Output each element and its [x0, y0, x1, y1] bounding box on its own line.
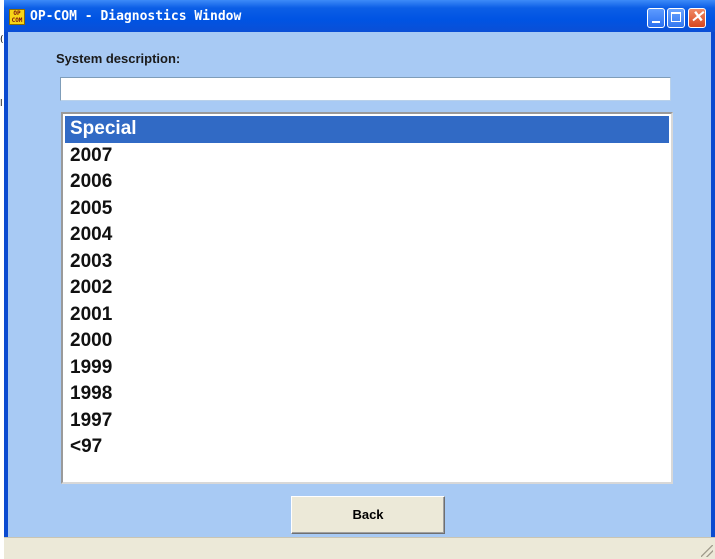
system-description-label: System description: — [56, 51, 181, 66]
system-description-field[interactable] — [60, 77, 671, 101]
list-item[interactable]: 1998 — [65, 381, 669, 408]
list-item[interactable]: 2000 — [65, 328, 669, 355]
list-item[interactable]: 1997 — [65, 408, 669, 435]
list-item[interactable]: 1999 — [65, 355, 669, 382]
model-year-list[interactable]: Special 2007 2006 2005 2004 2003 2002 2001 2000 1… — [61, 112, 673, 484]
list-item[interactable]: 2002 — [65, 275, 669, 302]
list-item[interactable]: 2001 — [65, 302, 669, 329]
list-item[interactable]: <97 — [65, 434, 669, 461]
window-client-area: System description: Special 2007 2006 2005 2… — [4, 32, 715, 537]
background-glyph: l — [0, 99, 3, 109]
list-item[interactable]: 2005 — [65, 196, 669, 223]
list-item[interactable]: 2003 — [65, 249, 669, 276]
minimize-icon — [652, 21, 660, 23]
window-title: OP-COM - Diagnostics Window — [30, 9, 242, 24]
close-button[interactable]: ✕ — [688, 8, 706, 28]
background-glyph: ( — [0, 35, 4, 45]
maximize-icon — [671, 12, 681, 22]
title-bar[interactable]: OP COM OP-COM - Diagnostics Window ✕ — [4, 0, 715, 32]
resize-grip-icon[interactable] — [701, 545, 713, 557]
back-button[interactable]: Back — [291, 496, 445, 534]
list-item[interactable]: 2004 — [65, 222, 669, 249]
list-item[interactable]: 2006 — [65, 169, 669, 196]
diagnostics-window: OP COM OP-COM - Diagnostics Window ✕ Sys… — [4, 0, 715, 559]
list-item[interactable]: 2007 — [65, 143, 669, 170]
minimize-button[interactable] — [647, 8, 665, 28]
status-bar — [4, 537, 715, 559]
list-item[interactable]: Special — [65, 116, 669, 143]
close-icon: ✕ — [690, 9, 704, 26]
model-year-list-items: Special 2007 2006 2005 2004 2003 2002 2001 2000 1… — [65, 116, 669, 480]
maximize-button[interactable] — [667, 8, 685, 28]
op-com-app-icon[interactable]: OP COM — [9, 9, 25, 25]
